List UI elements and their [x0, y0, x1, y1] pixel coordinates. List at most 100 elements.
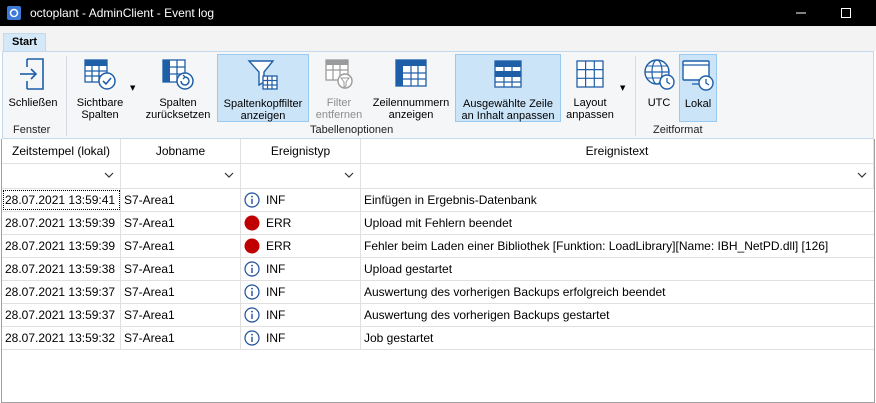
- cell-timestamp[interactable]: 28.07.2021 13:59:37: [2, 304, 121, 326]
- grid-body: 28.07.2021 13:59:41 S7-Area1 INF Einfügen i…: [2, 189, 874, 350]
- cell-timestamp[interactable]: 28.07.2021 13:59:39: [2, 212, 121, 234]
- cell-jobname[interactable]: S7-Area1: [121, 258, 241, 280]
- error-dot-icon: [244, 215, 260, 231]
- cell-timestamp[interactable]: 28.07.2021 13:59:32: [2, 327, 121, 349]
- cell-event-text[interactable]: Auswertung des vorherigen Backups gestar…: [361, 304, 874, 326]
- cell-event-text[interactable]: Upload mit Fehlern beendet: [361, 212, 874, 234]
- remove-filter-button[interactable]: Filter entfernen: [315, 54, 363, 122]
- chevron-down-icon[interactable]: [104, 170, 114, 180]
- maximize-icon: [841, 8, 851, 18]
- monitor-clock-icon: [681, 58, 715, 92]
- cell-timestamp[interactable]: 28.07.2021 13:59:39: [2, 235, 121, 257]
- title-bar: octoplant - AdminClient - Event log: [0, 0, 876, 26]
- utc-label: UTC: [647, 97, 671, 109]
- visible-columns-dropdown-icon[interactable]: ▼: [130, 84, 135, 92]
- layout-label-1: Layout: [573, 97, 607, 109]
- cell-jobname[interactable]: S7-Area1: [121, 281, 241, 303]
- cell-jobname[interactable]: S7-Area1: [121, 189, 241, 211]
- table-row[interactable]: 28.07.2021 13:59:39 S7-Area1 ERR Upload mit…: [2, 212, 874, 235]
- show-row-numbers-button[interactable]: Zeilennummern anzeigen: [369, 54, 453, 122]
- remove-filter-label-1: Filter: [326, 97, 352, 109]
- info-icon: [244, 192, 260, 208]
- filter-row: [2, 164, 874, 189]
- cell-event-text[interactable]: Upload gestartet: [361, 258, 874, 280]
- table-row[interactable]: 28.07.2021 13:59:32 S7-Area1 INF Job gestar…: [2, 327, 874, 350]
- column-header-timestamp[interactable]: Zeitstempel (lokal): [2, 139, 121, 164]
- cell-event-text[interactable]: Einfügen in Ergebnis-Datenbank: [361, 189, 874, 211]
- reset-columns-label-2: zurücksetzen: [145, 109, 211, 121]
- cell-timestamp[interactable]: 28.07.2021 13:59:38: [2, 258, 121, 280]
- tab-start[interactable]: Start: [3, 33, 47, 51]
- visible-columns-label-2: Spalten: [81, 109, 119, 121]
- close-button-label: Schließen: [8, 97, 58, 109]
- layout-button[interactable]: Layout anpassen: [565, 54, 615, 122]
- table-row[interactable]: 28.07.2021 13:59:41 S7-Area1 INF Einfügen i…: [2, 189, 874, 212]
- chevron-down-icon[interactable]: [344, 170, 354, 180]
- filter-jobname[interactable]: [121, 164, 241, 188]
- row-numbers-icon: [394, 57, 428, 91]
- globe-clock-icon: [642, 57, 676, 91]
- show-header-filter-label-1: Spaltenkopffilter: [223, 98, 303, 110]
- window-title: octoplant - AdminClient - Event log: [30, 6, 215, 20]
- group-label-time: Zeitformat: [653, 124, 703, 136]
- show-header-filter-button[interactable]: Spaltenkopffilter anzeigen: [217, 54, 309, 122]
- utc-button[interactable]: UTC: [640, 54, 678, 122]
- cell-jobname[interactable]: S7-Area1: [121, 327, 241, 349]
- close-button[interactable]: Schließen: [5, 54, 61, 122]
- group-label-table: Tabellenoptionen: [310, 124, 394, 136]
- minimize-button[interactable]: [778, 0, 824, 26]
- cell-timestamp[interactable]: 28.07.2021 13:59:37: [2, 281, 121, 303]
- fit-row-label-1: Ausgewählte Zeile: [463, 98, 553, 110]
- grid-layout-icon: [573, 57, 607, 91]
- info-icon: [244, 261, 260, 277]
- cell-event-type[interactable]: INF: [241, 189, 361, 211]
- cell-timestamp[interactable]: 28.07.2021 13:59:41: [2, 189, 121, 211]
- error-dot-icon: [244, 238, 260, 254]
- local-button[interactable]: Lokal: [679, 54, 717, 122]
- cell-event-type[interactable]: INF: [241, 281, 361, 303]
- visible-columns-label-1: Sichtbare: [76, 97, 124, 109]
- filter-timestamp[interactable]: [2, 164, 121, 188]
- cell-event-text[interactable]: Job gestartet: [361, 327, 874, 349]
- column-header-event-text[interactable]: Ereignistext: [361, 139, 874, 164]
- ribbon: Schließen Fenster Sichtbare Spalten ▼ Sp…: [2, 51, 874, 139]
- maximize-button[interactable]: [823, 0, 869, 26]
- remove-filter-label-2: entfernen: [315, 109, 363, 121]
- cell-event-type[interactable]: ERR: [241, 212, 361, 234]
- table-row[interactable]: 28.07.2021 13:59:37 S7-Area1 INF Auswertung…: [2, 304, 874, 327]
- table-reset-icon: [161, 57, 195, 91]
- column-header-jobname[interactable]: Jobname: [121, 139, 241, 164]
- table-row[interactable]: 28.07.2021 13:59:37 S7-Area1 INF Auswertung…: [2, 281, 874, 304]
- fit-row-label-2: an Inhalt anpassen: [461, 110, 555, 122]
- event-type-label: INF: [266, 331, 286, 345]
- table-row[interactable]: 28.07.2021 13:59:39 S7-Area1 ERR Fehler bei…: [2, 235, 874, 258]
- fit-row-icon: [491, 58, 525, 92]
- cell-jobname[interactable]: S7-Area1: [121, 212, 241, 234]
- grid-header-row: Zeitstempel (lokal) Jobname Ereignistyp …: [2, 139, 874, 164]
- cell-event-type[interactable]: INF: [241, 258, 361, 280]
- cell-event-type[interactable]: INF: [241, 327, 361, 349]
- reset-columns-button[interactable]: Spalten zurücksetzen: [143, 54, 213, 122]
- layout-label-2: anpassen: [566, 109, 614, 121]
- filter-event-text[interactable]: [361, 164, 874, 188]
- minimize-icon: [796, 12, 806, 14]
- show-header-filter-label-2: anzeigen: [240, 110, 286, 122]
- cell-jobname[interactable]: S7-Area1: [121, 235, 241, 257]
- event-type-label: ERR: [266, 216, 292, 230]
- table-row[interactable]: 28.07.2021 13:59:38 S7-Area1 INF Upload ges…: [2, 258, 874, 281]
- cell-jobname[interactable]: S7-Area1: [121, 304, 241, 326]
- local-label: Lokal: [684, 98, 712, 110]
- cell-event-type[interactable]: INF: [241, 304, 361, 326]
- visible-columns-button[interactable]: Sichtbare Spalten: [71, 54, 129, 122]
- funnel-table-icon: [246, 58, 280, 92]
- chevron-down-icon[interactable]: [224, 170, 234, 180]
- cell-event-text[interactable]: Fehler beim Laden einer Bibliothek [Funk…: [361, 235, 874, 257]
- layout-dropdown-icon[interactable]: ▼: [620, 84, 625, 92]
- group-label-window: Fenster: [13, 124, 51, 136]
- fit-row-button[interactable]: Ausgewählte Zeile an Inhalt anpassen: [455, 54, 561, 122]
- chevron-down-icon[interactable]: [857, 170, 867, 180]
- column-header-event-type[interactable]: Ereignistyp: [241, 139, 361, 164]
- filter-event-type[interactable]: [241, 164, 361, 188]
- cell-event-type[interactable]: ERR: [241, 235, 361, 257]
- cell-event-text[interactable]: Auswertung des vorherigen Backups erfolg…: [361, 281, 874, 303]
